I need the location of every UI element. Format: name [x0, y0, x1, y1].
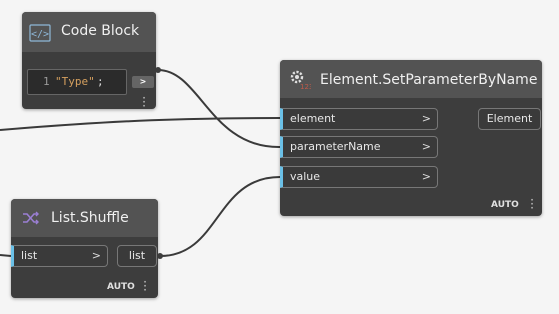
chevron-right-icon: > — [421, 140, 431, 153]
wire-to-element[interactable] — [0, 117, 281, 131]
output-port-element[interactable]: Element — [478, 108, 541, 130]
port-label: parameterName — [290, 140, 381, 153]
list-shuffle-node[interactable]: List.Shuffle list > list AUTO · · · — [11, 199, 158, 298]
port-label: list — [128, 249, 146, 262]
set-parameter-node[interactable]: 123 Element.SetParameterByName element >… — [280, 60, 542, 216]
svg-text:123: 123 — [300, 83, 311, 91]
code-string: "Type" — [55, 75, 95, 88]
input-port-list[interactable]: list > — [11, 245, 108, 267]
svg-text:</>: </> — [31, 29, 49, 40]
chevron-right-icon: > — [91, 249, 101, 262]
node-menu-icon[interactable]: · · · — [140, 92, 148, 112]
code-block-node[interactable]: </> Code Block 1 "Type" ; > · · · — [22, 12, 156, 112]
code-block-header[interactable]: </> Code Block — [22, 12, 156, 52]
code-semicolon: ; — [97, 75, 104, 88]
gear-icon: 123 — [290, 70, 311, 91]
line-number: 1 — [43, 75, 50, 88]
port-label: list — [21, 249, 38, 262]
node-menu-icon[interactable]: · · · — [528, 194, 536, 214]
port-label: Element — [486, 112, 533, 125]
lacing-badge[interactable]: AUTO — [491, 200, 519, 210]
input-port-parameterName[interactable]: parameterName > — [280, 136, 438, 158]
wire-shuffle-to-value[interactable] — [159, 176, 281, 257]
node-title: List.Shuffle — [51, 210, 129, 226]
set-parameter-header[interactable]: 123 Element.SetParameterByName — [280, 60, 542, 98]
input-port-element[interactable]: element > — [280, 108, 438, 130]
node-title: Element.SetParameterByName — [320, 72, 538, 88]
wire-to-list[interactable] — [0, 254, 12, 257]
code-editor[interactable]: 1 "Type" ; — [27, 69, 127, 95]
output-connector-dot — [155, 67, 161, 73]
output-connector-dot — [157, 253, 163, 259]
port-label: element — [290, 112, 336, 125]
wire-code-to-parameter[interactable] — [157, 69, 281, 149]
shuffle-icon — [23, 211, 39, 225]
port-label: value — [290, 170, 321, 183]
input-port-value[interactable]: value > — [280, 166, 438, 188]
node-menu-icon[interactable]: · · · — [141, 276, 149, 296]
output-port-list[interactable]: list — [117, 245, 157, 267]
node-title: Code Block — [61, 23, 140, 39]
code-brackets-icon: </> — [29, 24, 51, 42]
list-shuffle-header[interactable]: List.Shuffle — [11, 199, 158, 237]
chevron-right-icon: > — [421, 112, 431, 125]
chevron-right-icon: > — [421, 170, 431, 183]
lacing-badge[interactable]: AUTO — [107, 282, 135, 292]
code-output-port[interactable]: > — [132, 76, 154, 88]
